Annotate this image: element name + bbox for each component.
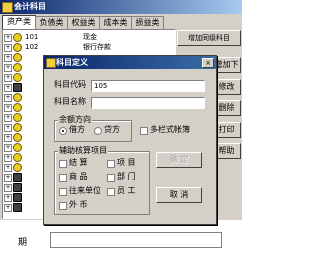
- account-icon: [13, 93, 22, 102]
- account-icon: [13, 133, 22, 142]
- partner-label: 往来单位: [69, 186, 101, 195]
- employee-checkbox[interactable]: [107, 188, 115, 196]
- expand-icon[interactable]: +: [4, 84, 12, 92]
- tab-profit-loss[interactable]: 损益类: [131, 16, 164, 29]
- row-code: 101: [25, 33, 39, 41]
- app-icon: [2, 2, 13, 13]
- book-icon: [13, 183, 22, 192]
- foreign-currency-label: 外 币: [69, 200, 88, 209]
- expand-icon[interactable]: +: [4, 134, 12, 142]
- account-icon: [13, 43, 22, 52]
- debit-radio[interactable]: [59, 127, 67, 135]
- expand-icon[interactable]: +: [4, 154, 12, 162]
- project-checkbox[interactable]: [107, 160, 115, 168]
- partner-checkbox[interactable]: [59, 188, 67, 196]
- expand-icon[interactable]: +: [4, 124, 12, 132]
- account-name-label: 科目名称: [54, 97, 86, 106]
- expand-icon[interactable]: +: [4, 164, 12, 172]
- goods-label: 商 品: [69, 172, 88, 181]
- tab-assets[interactable]: 资产类: [2, 15, 36, 30]
- book-icon: [13, 193, 22, 202]
- account-definition-dialog: 科目定义 × 科目代码 105 科目名称 余额方向 借方 贷方 多栏式帐簿 辅助…: [43, 55, 217, 225]
- tree-row[interactable]: + 101 现金: [3, 32, 173, 42]
- account-code-label: 科目代码: [54, 80, 86, 89]
- foreign-currency-checkbox[interactable]: [59, 202, 67, 210]
- row-code: 102: [25, 43, 39, 51]
- department-label: 部 门: [117, 172, 136, 181]
- book-icon: [13, 173, 22, 182]
- expand-icon[interactable]: +: [4, 94, 12, 102]
- period-field[interactable]: [50, 232, 222, 248]
- goods-checkbox[interactable]: [59, 174, 67, 182]
- expand-icon[interactable]: +: [4, 74, 12, 82]
- multi-column-label: 多栏式帐簿: [150, 125, 190, 134]
- credit-radio[interactable]: [94, 127, 102, 135]
- main-window-title: 会计科目: [14, 2, 46, 11]
- dialog-title: 科目定义: [56, 58, 88, 67]
- book-icon: [13, 83, 22, 92]
- tree-row[interactable]: + 102 银行存款: [3, 42, 173, 52]
- account-icon: [13, 63, 22, 72]
- credit-label: 贷方: [104, 125, 120, 134]
- dialog-title-bar[interactable]: 科目定义 ×: [44, 56, 216, 69]
- expand-icon[interactable]: +: [4, 34, 12, 42]
- expand-icon[interactable]: +: [4, 104, 12, 112]
- settlement-label: 结 算: [69, 158, 88, 167]
- aux-accounting-label: 辅助核算项目: [58, 146, 108, 156]
- expand-icon[interactable]: +: [4, 64, 12, 72]
- account-icon: [13, 33, 22, 42]
- expand-icon[interactable]: +: [4, 114, 12, 122]
- account-icon: [13, 153, 22, 162]
- row-name: 现金: [83, 33, 97, 41]
- account-icon: [13, 143, 22, 152]
- tab-liabilities[interactable]: 负债类: [35, 16, 68, 29]
- balance-direction-label: 余额方向: [58, 115, 92, 125]
- employee-label: 员 工: [117, 186, 136, 195]
- add-sibling-account-button[interactable]: 增加同级科目: [177, 30, 241, 46]
- account-icon: [13, 163, 22, 172]
- book-icon: [13, 203, 22, 212]
- expand-icon[interactable]: +: [4, 174, 12, 182]
- cancel-button[interactable]: 取 消: [156, 187, 202, 203]
- expand-icon[interactable]: +: [4, 144, 12, 152]
- settlement-checkbox[interactable]: [59, 160, 67, 168]
- account-name-field[interactable]: [91, 97, 205, 109]
- project-label: 项 目: [117, 158, 136, 167]
- debit-label: 借方: [69, 125, 85, 134]
- expand-icon[interactable]: +: [4, 194, 12, 202]
- expand-icon[interactable]: +: [4, 54, 12, 62]
- dialog-icon: [46, 58, 56, 68]
- expand-icon[interactable]: +: [4, 184, 12, 192]
- multi-column-checkbox[interactable]: [140, 127, 148, 135]
- account-icon: [13, 103, 22, 112]
- account-icon: [13, 73, 22, 82]
- account-icon: [13, 53, 22, 62]
- main-title-bar: 会计科目: [0, 0, 242, 14]
- account-code-field[interactable]: 105: [91, 80, 205, 92]
- tab-cost[interactable]: 成本类: [99, 16, 132, 29]
- row-name: 银行存款: [83, 43, 111, 51]
- close-icon[interactable]: ×: [202, 58, 214, 68]
- account-icon: [13, 113, 22, 122]
- account-icon: [13, 123, 22, 132]
- confirm-button[interactable]: 确 定: [156, 152, 202, 168]
- department-checkbox[interactable]: [107, 174, 115, 182]
- period-label: 期: [18, 238, 28, 248]
- tab-equity[interactable]: 权益类: [67, 16, 100, 29]
- expand-icon[interactable]: +: [4, 44, 12, 52]
- expand-icon[interactable]: +: [4, 204, 12, 212]
